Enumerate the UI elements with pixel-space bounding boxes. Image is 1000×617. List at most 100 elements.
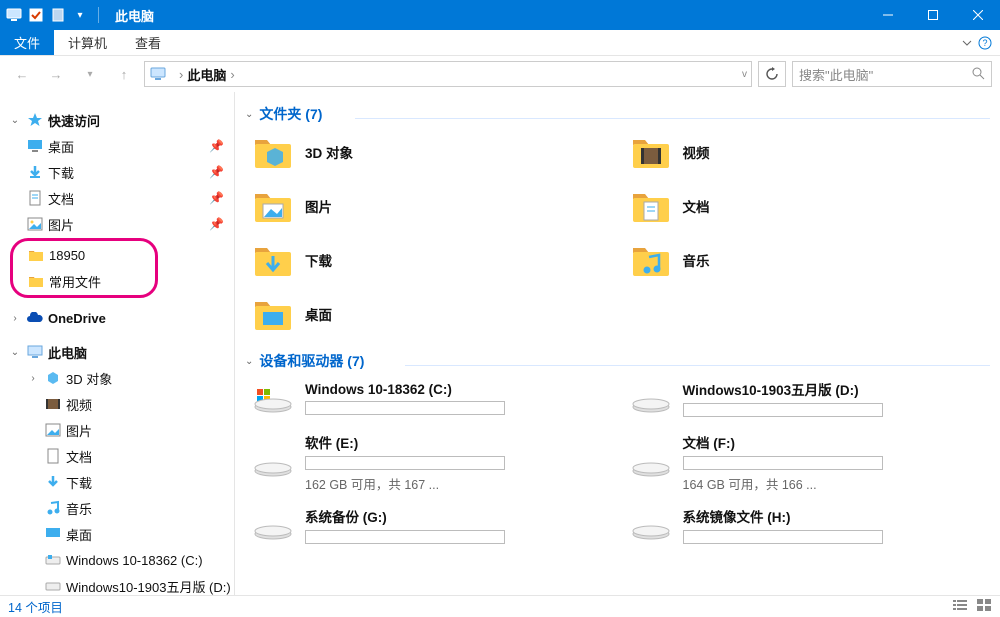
drives-grid: Windows 10-18362 (C:)Windows10-1903五月版 (… [245,374,990,551]
sidebar-this-pc[interactable]: ⌄此电脑 [0,340,234,364]
drive-item[interactable]: Windows 10-18362 (C:) [245,374,613,424]
pictures-icon [44,421,62,439]
ribbon-expand[interactable]: ? [962,30,1000,55]
sidebar-item-label: 快速访问 [48,111,234,130]
folder-icon [251,131,295,173]
address-bar[interactable]: › 此电脑 › v [144,61,752,87]
pin-icon: 📌 [209,191,224,205]
search-box[interactable]: 搜索"此电脑" [792,61,992,87]
tiles-view-icon[interactable] [976,598,992,615]
properties-icon[interactable] [50,8,66,22]
sidebar-pc-desktop[interactable]: 桌面 [0,522,234,546]
sidebar-item-desktop[interactable]: 桌面📌 [0,134,234,158]
divider [405,365,990,366]
usage-bar [305,456,505,470]
tab-file[interactable]: 文件 [0,30,54,55]
group-title: 文件夹 (7) [259,104,322,124]
folder-documents[interactable]: 文档 [623,181,991,231]
folder-music[interactable]: 音乐 [623,235,991,285]
up-button[interactable]: ↑ [110,60,138,88]
pin-icon: 📌 [209,139,224,153]
nav-bar: ← → ▾ ↑ › 此电脑 › v 搜索"此电脑" [0,56,1000,92]
drive-icon [44,551,62,569]
folder-icon [251,293,295,335]
tab-computer[interactable]: 计算机 [54,30,121,55]
drive-icon [251,442,295,484]
folder-desktop[interactable]: 桌面 [245,289,613,339]
highlight-annotation: 18950 常用文件 [10,238,158,298]
drive-item[interactable]: 系统镜像文件 (H:) [623,501,991,551]
sidebar-pc-music[interactable]: 音乐 [0,496,234,520]
sidebar-pc-documents[interactable]: 文档 [0,444,234,468]
drive-icon [629,442,673,484]
usage-bar [305,401,505,415]
drive-item[interactable]: 文档 (F:)164 GB 可用，共 166 ... [623,428,991,497]
sidebar-item-documents[interactable]: 文档📌 [0,186,234,210]
checkbox-icon[interactable] [28,8,44,22]
forward-button[interactable]: → [42,60,70,88]
drive-item[interactable]: 系统备份 (G:) [245,501,613,551]
sidebar-pc-drive-d[interactable]: Windows10-1903五月版 (D:) [0,574,234,595]
collapse-icon[interactable]: ⌄ [245,356,253,367]
folder-downloads[interactable]: 下载 [245,235,613,285]
desktop-icon [26,137,44,155]
expand-icon[interactable]: › [8,313,22,324]
recent-locations-button[interactable]: ▾ [76,60,104,88]
qat-chevron-icon[interactable]: ▾ [72,8,88,22]
folder-videos[interactable]: 视频 [623,127,991,177]
drive-icon [251,378,295,420]
svg-text:?: ? [982,38,987,48]
drive-icon [629,505,673,547]
expand-icon[interactable]: › [26,373,40,384]
group-title: 设备和驱动器 (7) [259,351,364,371]
sidebar-pc-3dobjects[interactable]: ›3D 对象 [0,366,234,390]
sidebar-item-label: 桌面 [66,525,234,544]
group-devices[interactable]: ⌄ 设备和驱动器 (7) [245,351,990,371]
details-view-icon[interactable] [952,598,968,615]
usage-bar [683,456,883,470]
document-icon [44,447,62,465]
folder-pictures[interactable]: 图片 [245,181,613,231]
item-label: 图片 [305,196,607,216]
folder-icon [629,131,673,173]
expand-icon[interactable]: ⌄ [8,115,22,126]
collapse-icon[interactable]: ⌄ [245,109,253,120]
back-button[interactable]: ← [8,60,36,88]
sidebar-onedrive[interactable]: ›OneDrive [0,306,234,330]
sidebar-item-18950[interactable]: 18950 [13,243,155,267]
usage-bar [683,403,883,417]
titlebar: ▾ 此电脑 [0,0,1000,30]
sidebar-pc-downloads[interactable]: 下载 [0,470,234,494]
sidebar-item-label: 下载 [48,163,205,182]
close-button[interactable] [955,0,1000,30]
sidebar-item-label: 下载 [66,473,234,492]
sidebar-pc-pictures[interactable]: 图片 [0,418,234,442]
maximize-button[interactable] [910,0,955,30]
sidebar-item-label: Windows10-1903五月版 (D:) [66,577,234,596]
item-label: 文档 [683,196,985,216]
refresh-button[interactable] [758,61,786,87]
sidebar-item-downloads[interactable]: 下载 📌 [0,160,234,184]
divider [355,118,990,119]
group-folders[interactable]: ⌄ 文件夹 (7) [245,104,990,124]
tab-view[interactable]: 查看 [121,30,175,55]
pin-icon: 📌 [209,165,224,179]
expand-icon[interactable]: ⌄ [8,347,22,358]
chevron-down-icon[interactable]: v [742,69,747,80]
sidebar-pc-videos[interactable]: 视频 [0,392,234,416]
item-label: 视频 [683,142,985,162]
breadcrumb-root[interactable]: 此电脑 [187,65,226,84]
sidebar-item-label: 图片 [66,421,234,440]
folder-icon [629,239,673,281]
3d-icon [44,369,62,387]
sidebar-item-pictures[interactable]: 图片📌 [0,212,234,236]
drive-item[interactable]: Windows10-1903五月版 (D:) [623,374,991,424]
sidebar-item-common[interactable]: 常用文件 [13,269,155,293]
drive-item[interactable]: 软件 (E:)162 GB 可用，共 167 ... [245,428,613,497]
folder-3dobjects[interactable]: 3D 对象 [245,127,613,177]
sidebar-pc-drive-c[interactable]: Windows 10-18362 (C:) [0,548,234,572]
separator-icon: › [230,67,234,82]
pc-icon [26,343,44,361]
sidebar-quick-access[interactable]: ⌄ 快速访问 [0,108,234,132]
minimize-button[interactable] [865,0,910,30]
